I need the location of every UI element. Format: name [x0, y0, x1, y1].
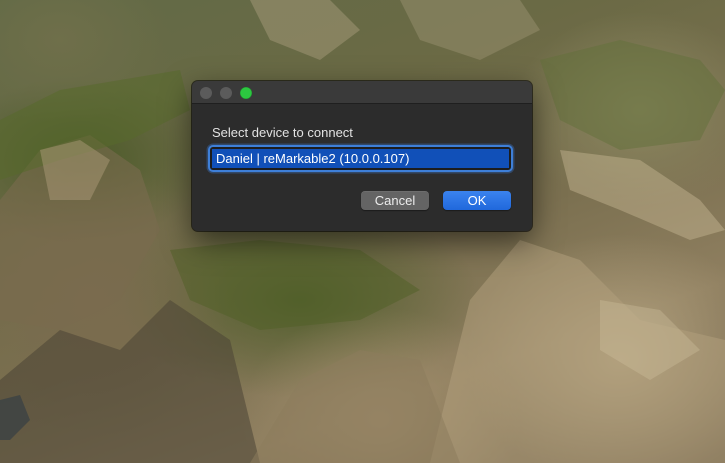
device-selected-value[interactable]: Daniel | reMarkable2 (10.0.0.107): [212, 149, 509, 168]
wallpaper-cliffs-image: [0, 0, 725, 463]
minimize-window-icon[interactable]: [220, 87, 232, 99]
ok-button[interactable]: OK: [443, 191, 511, 210]
cancel-button[interactable]: Cancel: [361, 191, 429, 210]
device-select-field[interactable]: Daniel | reMarkable2 (10.0.0.107): [210, 147, 511, 170]
dialog-titlebar[interactable]: [192, 81, 532, 104]
zoom-window-icon[interactable]: [240, 87, 252, 99]
select-device-dialog: Select device to connect Daniel | reMark…: [192, 81, 532, 231]
close-window-icon[interactable]: [200, 87, 212, 99]
desktop-wallpaper: [0, 0, 725, 463]
dialog-prompt: Select device to connect: [212, 125, 353, 140]
